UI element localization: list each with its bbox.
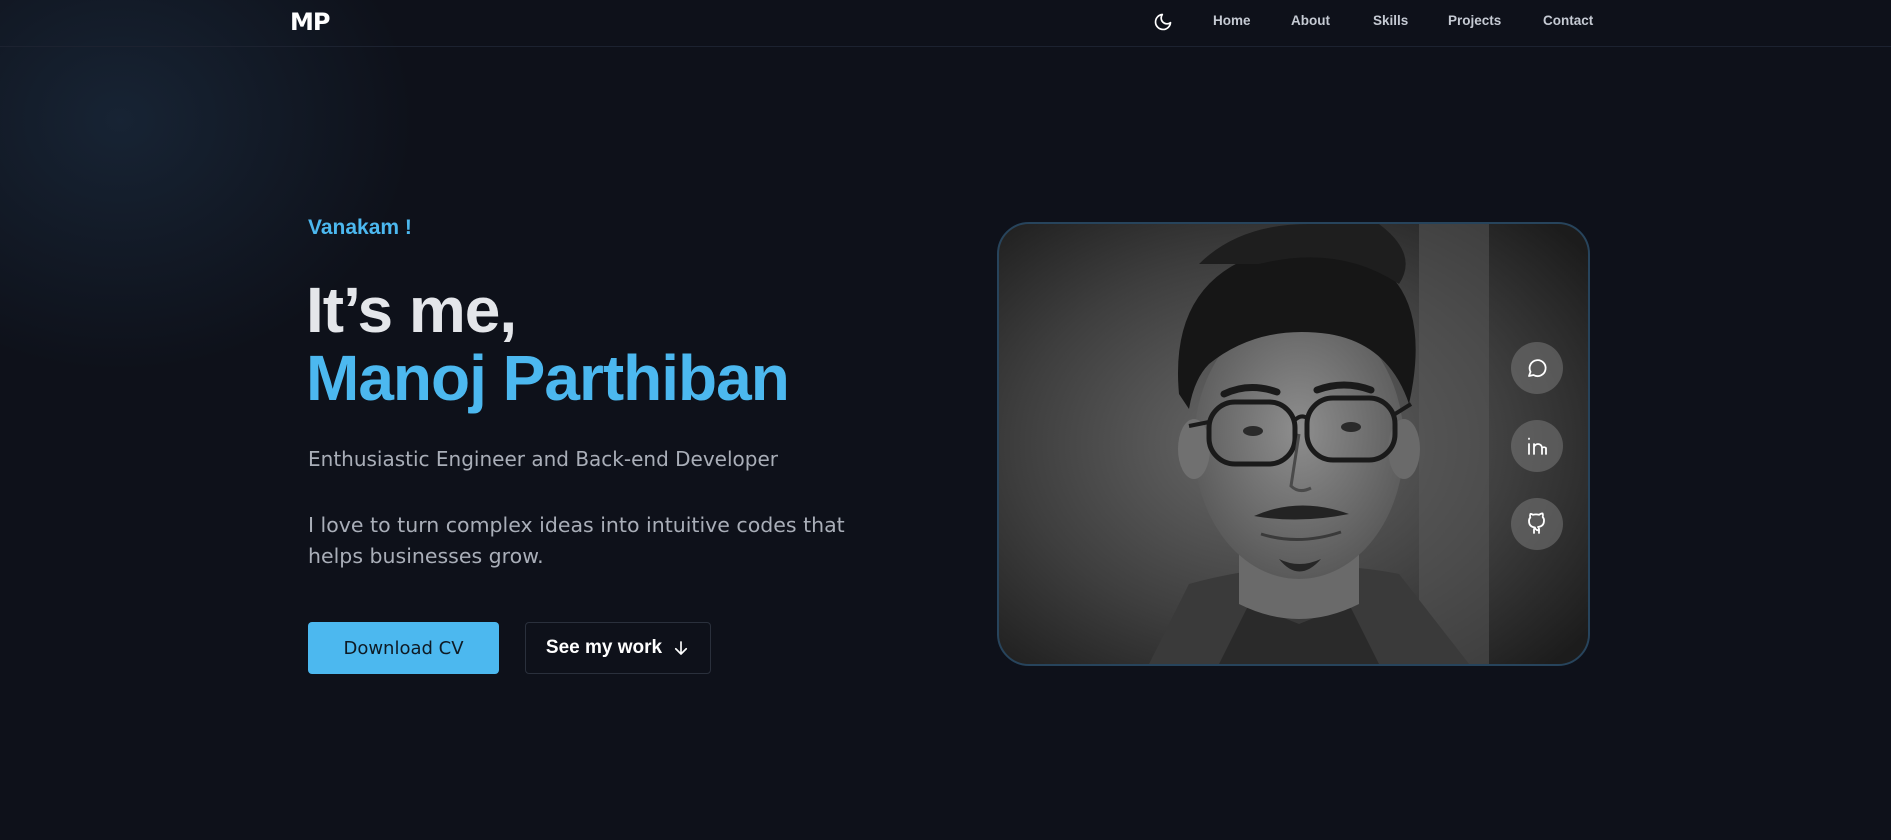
profile-photo-card xyxy=(997,222,1590,666)
nav-link-home[interactable]: Home xyxy=(1213,13,1251,28)
github-button[interactable] xyxy=(1511,498,1563,550)
nav-links: Home About Skills Projects Contact xyxy=(0,13,1891,33)
hero-name: Manoj Parthiban xyxy=(306,342,790,414)
github-icon xyxy=(1528,512,1545,534)
see-my-work-label: See my work xyxy=(545,637,663,658)
download-cv-label: Download CV xyxy=(343,637,464,659)
nav-link-projects[interactable]: Projects xyxy=(1448,13,1501,28)
top-navbar: MP Home About Skills Projects Contact xyxy=(0,0,1891,47)
hero-headline: It’s me, Manoj Parthiban xyxy=(306,274,790,414)
see-my-work-button[interactable]: See my work xyxy=(525,622,711,674)
hero-greeting: Vanakam ! xyxy=(308,216,412,239)
linkedin-button[interactable] xyxy=(1511,420,1563,472)
nav-link-contact[interactable]: Contact xyxy=(1543,13,1593,28)
hero-description: I love to turn complex ideas into intuit… xyxy=(308,513,845,568)
chat-icon xyxy=(1528,359,1547,378)
page: MP Home About Skills Projects Contact Va… xyxy=(0,0,1891,840)
chat-button[interactable] xyxy=(1511,342,1563,394)
linkedin-icon xyxy=(1528,437,1547,455)
download-cv-button[interactable]: Download CV xyxy=(308,622,499,674)
hero-intro: It’s me, xyxy=(306,274,517,346)
nav-link-about[interactable]: About xyxy=(1291,13,1330,28)
profile-photo xyxy=(999,224,1588,664)
nav-link-skills[interactable]: Skills xyxy=(1373,13,1408,28)
hero-role: Enthusiastic Engineer and Back-end Devel… xyxy=(308,447,778,471)
arrow-down-icon xyxy=(675,641,688,655)
